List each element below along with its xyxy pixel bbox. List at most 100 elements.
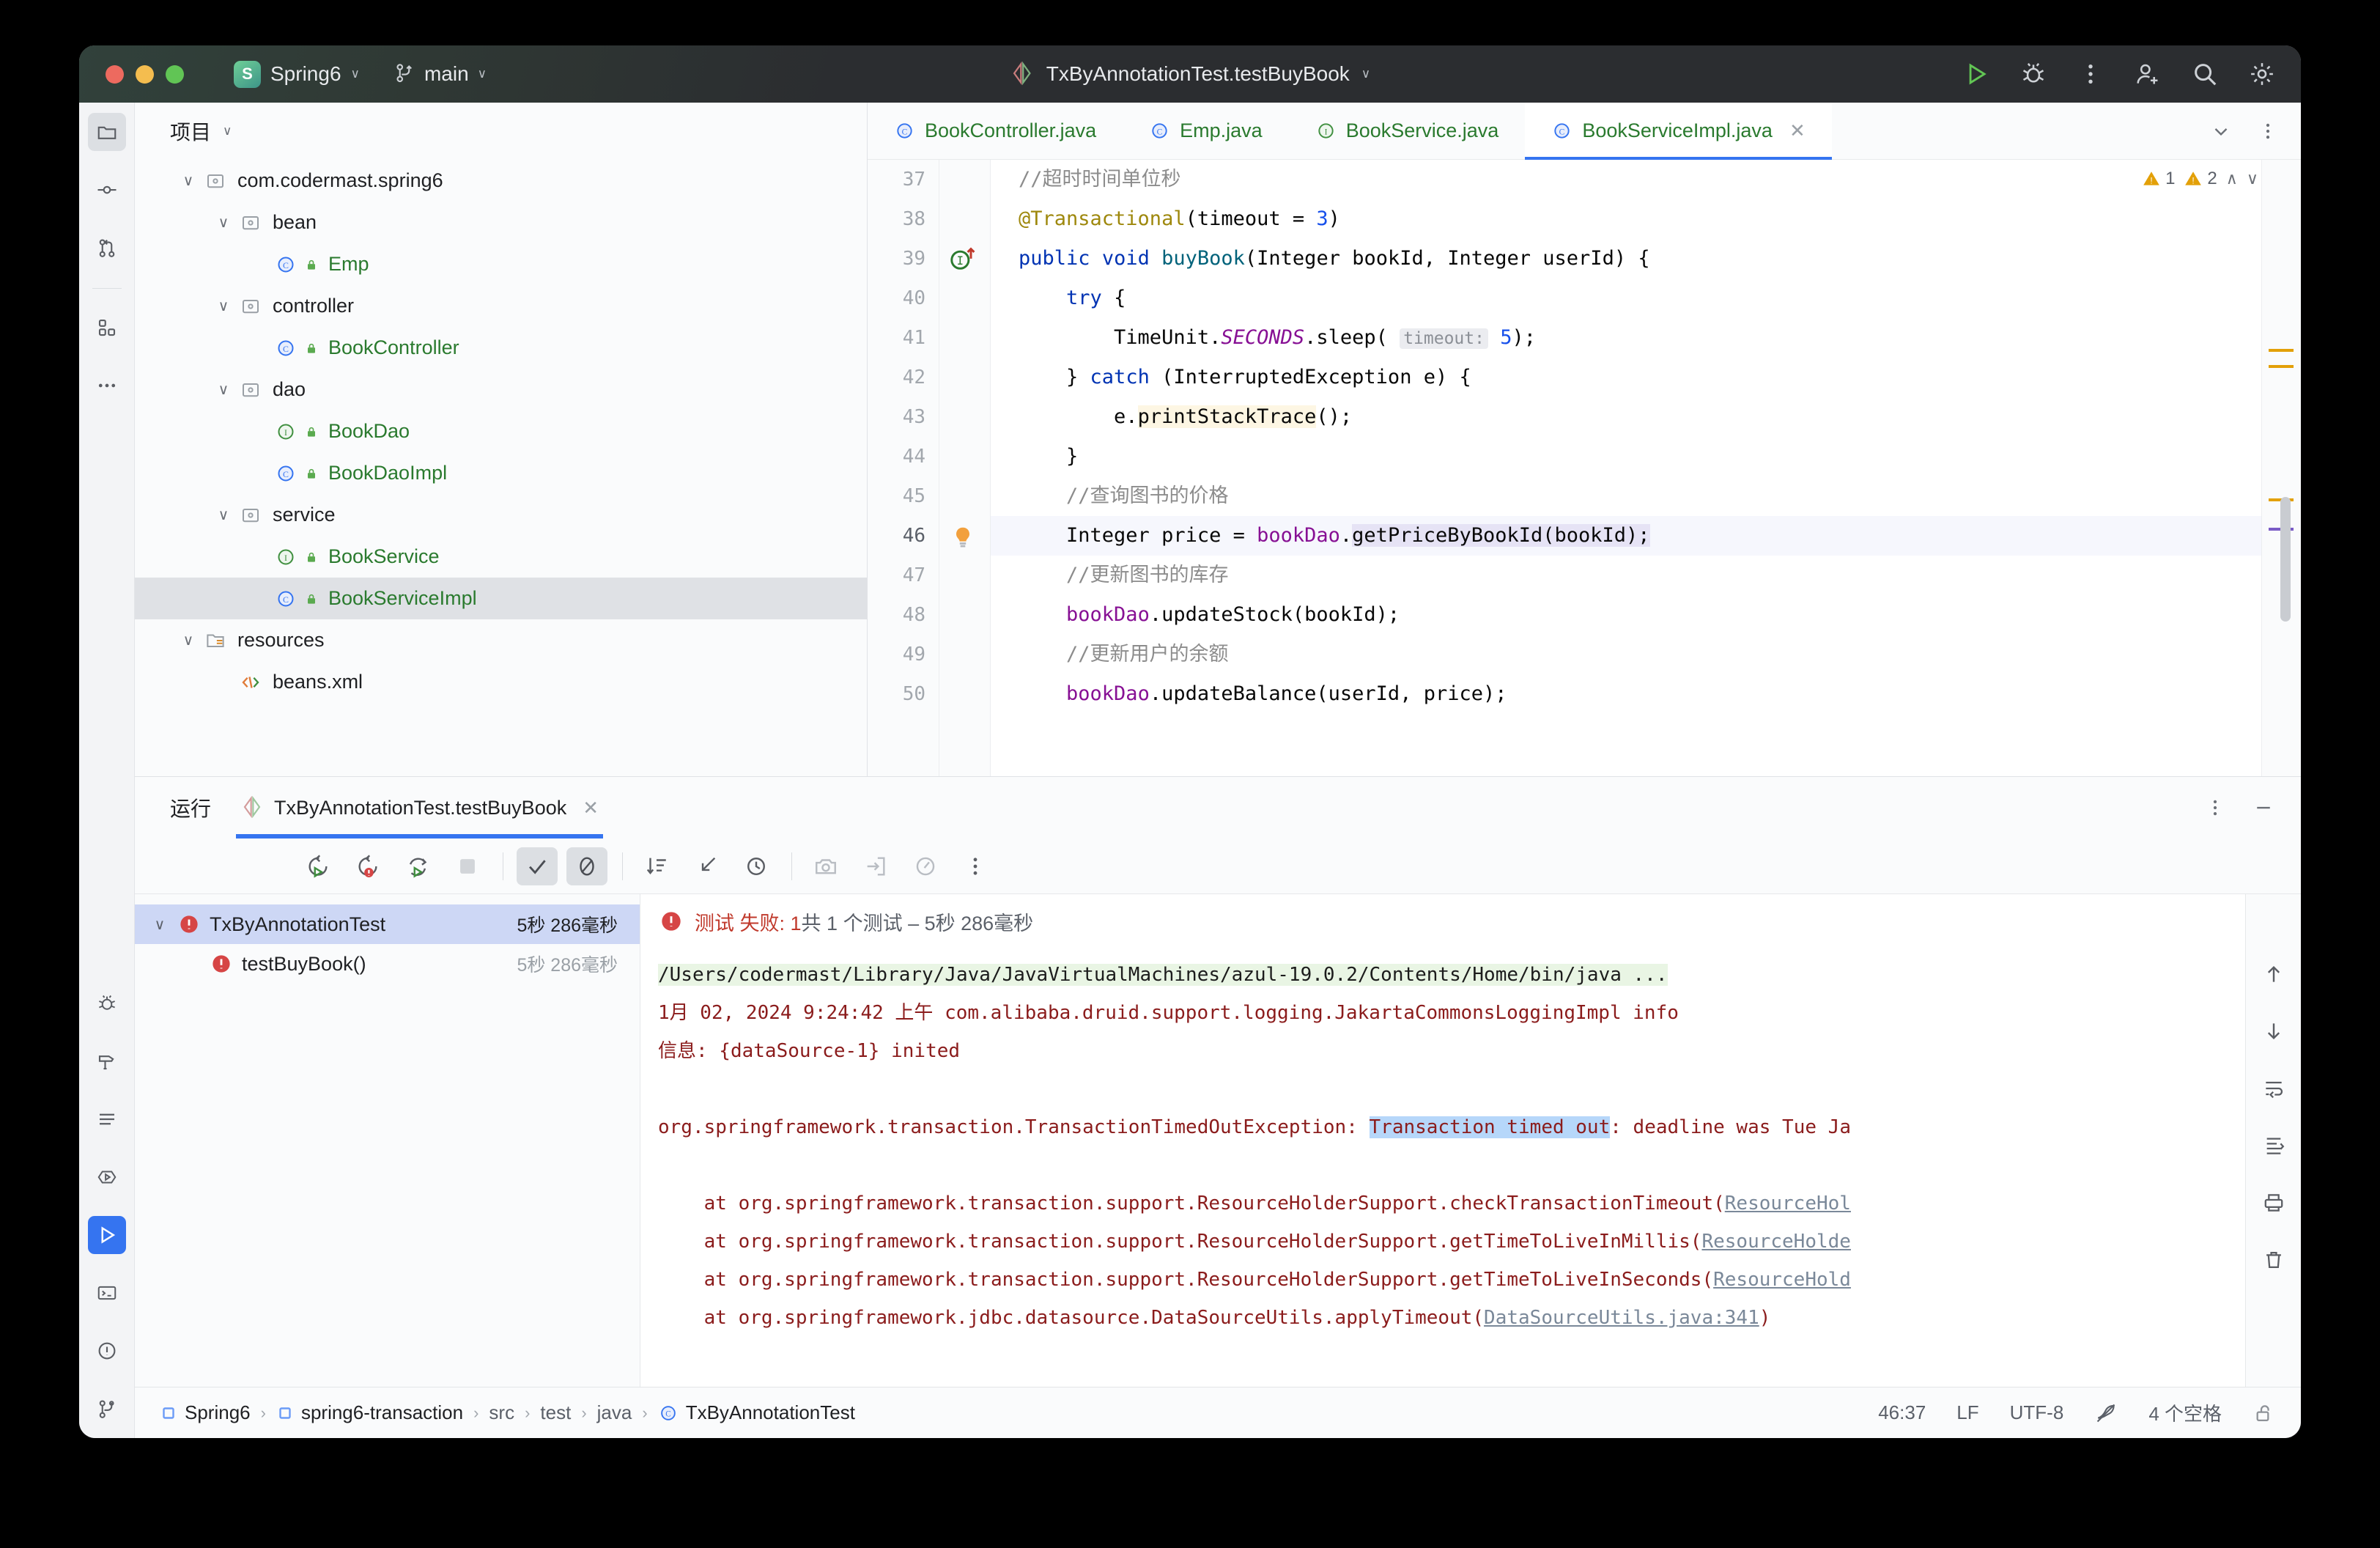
todo-tool-icon[interactable] [88, 1100, 126, 1138]
more-vertical-icon[interactable] [2257, 120, 2279, 142]
code-line-38[interactable]: @Transactional(timeout = 3) [991, 199, 2301, 239]
soft-wrap-icon[interactable] [2255, 1070, 2292, 1107]
more-vertical-icon[interactable] [2077, 60, 2104, 88]
maximize-window-button[interactable] [166, 65, 184, 84]
branch-selector[interactable]: main ∨ [393, 62, 487, 86]
rerun-failed-tests-icon[interactable] [347, 847, 388, 885]
inspection-widget[interactable]: ! 1 ! 2 ∧ ∨ [2142, 169, 2258, 189]
tree-node-dao[interactable]: ∨dao [135, 369, 867, 410]
expand-arrow-icon[interactable]: ∨ [211, 213, 236, 232]
icon-gutter[interactable]: I [939, 160, 991, 776]
commit-tool-icon[interactable] [88, 171, 126, 209]
stacktrace-link[interactable]: ResourceHol [1725, 1193, 1851, 1215]
print-icon[interactable] [2255, 1184, 2292, 1221]
editor-tab-emp[interactable]: CEmp.java [1123, 103, 1289, 159]
project-tool-icon[interactable] [88, 113, 126, 151]
code-line-42[interactable]: } catch (InterruptedException e) { [991, 358, 2301, 397]
error-badge[interactable]: ! 1 [2142, 169, 2175, 189]
stacktrace-link[interactable]: DataSourceUtils.java:341 [1484, 1307, 1759, 1329]
pull-requests-tool-icon[interactable] [88, 229, 126, 267]
code-line-45[interactable]: //查询图书的价格 [991, 476, 2301, 516]
code-editor[interactable]: 3738394041424344454647484950 I [868, 160, 2301, 776]
reader-mode-icon[interactable] [2094, 1401, 2118, 1425]
build-tool-icon[interactable] [88, 1042, 126, 1080]
more-vertical-icon[interactable] [955, 847, 996, 885]
code-line-46[interactable]: Integer price = bookDao.getPriceByBookId… [991, 516, 2301, 556]
breadcrumb-item-spring6-transaction[interactable]: spring6-transaction [276, 1401, 463, 1424]
editor-marker-gutter[interactable] [2261, 160, 2301, 776]
code-line-39[interactable]: public void buyBook(Integer bookId, Inte… [991, 239, 2301, 279]
more-vertical-icon[interactable] [2204, 797, 2226, 819]
run-icon[interactable] [1962, 60, 1990, 88]
editor-tab-bookcontroller[interactable]: CBookController.java [868, 103, 1123, 159]
tree-node-controller[interactable]: ∨controller [135, 285, 867, 327]
tree-node-com-codermast-spring6[interactable]: ∨com.codermast.spring6 [135, 160, 867, 202]
code-line-37[interactable]: //超时时间单位秒 [991, 160, 2301, 199]
close-icon[interactable]: ✕ [1789, 119, 1806, 142]
close-icon[interactable]: ✕ [583, 797, 599, 819]
intention-bulb-icon[interactable] [950, 523, 976, 553]
more-tools-icon[interactable] [88, 366, 126, 405]
chevron-down-icon[interactable]: ∨ [223, 124, 232, 139]
chevron-down-icon[interactable] [2210, 120, 2232, 142]
expand-arrow-icon[interactable]: ∨ [211, 506, 236, 524]
stop-icon[interactable] [447, 847, 488, 885]
tree-node-service[interactable]: ∨service [135, 494, 867, 536]
caret-position[interactable]: 46:37 [1878, 1401, 1926, 1424]
search-icon[interactable] [2191, 60, 2219, 88]
tree-node-emp[interactable]: CEmp [135, 243, 867, 285]
stacktrace-link[interactable]: ResourceHolde [1701, 1231, 1851, 1253]
warning-marker[interactable] [2269, 349, 2294, 352]
toggle-auto-test-icon[interactable] [397, 847, 438, 885]
git-tool-icon[interactable] [88, 1390, 126, 1428]
code-line-49[interactable]: //更新用户的余额 [991, 635, 2301, 674]
warning-marker[interactable] [2269, 365, 2294, 368]
editor-scrollbar[interactable] [2280, 497, 2291, 622]
warning-badge[interactable]: ! 2 [2184, 169, 2217, 189]
code-text[interactable]: //超时时间单位秒@Transactional(timeout = 3)publ… [991, 160, 2301, 776]
expand-arrow-icon[interactable]: ∨ [145, 915, 174, 934]
run-configuration-widget[interactable]: TxByAnnotationTest.testBuyBook ∨ [1010, 61, 1370, 87]
indent-setting[interactable]: 4 个空格 [2148, 1399, 2222, 1426]
sort-alphabetically-icon[interactable] [636, 847, 677, 885]
prev-problem-icon[interactable]: ∧ [2226, 169, 2238, 188]
gear-icon[interactable] [2248, 60, 2276, 88]
tree-node-bookdao[interactable]: IBookDao [135, 410, 867, 452]
debug-icon[interactable] [2019, 60, 2047, 88]
code-line-40[interactable]: try { [991, 279, 2301, 318]
services-tool-icon[interactable] [88, 1158, 126, 1196]
tree-node-bookserviceimpl[interactable]: CBookServiceImpl [135, 578, 867, 619]
scroll-down-icon[interactable] [2255, 1013, 2292, 1050]
show-passed-icon[interactable] [517, 847, 558, 885]
breadcrumb-item-java[interactable]: java [597, 1401, 632, 1424]
override-method-icon[interactable]: I [947, 242, 979, 274]
clear-all-icon[interactable] [2255, 1242, 2292, 1278]
file-encoding[interactable]: UTF-8 [2010, 1401, 2064, 1424]
expand-arrow-icon[interactable]: ∨ [176, 172, 201, 190]
minimize-window-button[interactable] [136, 65, 154, 84]
run-tool-icon[interactable] [88, 1216, 126, 1254]
breadcrumb-item-test[interactable]: test [540, 1401, 571, 1424]
tree-node-bookcontroller[interactable]: CBookController [135, 327, 867, 369]
editor-tab-bookserviceimpl[interactable]: CBookServiceImpl.java✕ [1525, 103, 1831, 159]
expand-arrow-icon[interactable]: ∨ [211, 297, 236, 315]
tree-node-resources[interactable]: ∨resources [135, 619, 867, 661]
stacktrace-link[interactable]: ResourceHold [1713, 1269, 1851, 1291]
breadcrumb-item-spring6[interactable]: Spring6 [160, 1401, 251, 1424]
lock-icon[interactable] [2252, 1401, 2276, 1425]
breadcrumb-item-src[interactable]: src [489, 1401, 514, 1424]
show-ignored-icon[interactable] [566, 847, 607, 885]
test-tree-row[interactable]: testBuyBook()5秒 286毫秒 [135, 944, 640, 984]
test-results-tree[interactable]: ∨TxByAnnotationTest5秒 286毫秒testBuyBook()… [135, 894, 640, 1387]
rerun-icon[interactable] [298, 847, 339, 885]
scroll-up-icon[interactable] [2255, 956, 2292, 992]
expand-collapse-icon[interactable] [686, 847, 727, 885]
test-tree-row[interactable]: ∨TxByAnnotationTest5秒 286毫秒 [135, 904, 640, 944]
code-line-48[interactable]: bookDao.updateStock(bookId); [991, 595, 2301, 635]
terminal-tool-icon[interactable] [88, 1274, 126, 1312]
expand-arrow-icon[interactable]: ∨ [176, 631, 201, 649]
tree-node-bookdaoimpl[interactable]: CBookDaoImpl [135, 452, 867, 494]
structure-tool-icon[interactable] [88, 309, 126, 347]
breadcrumb-item-txbyannotationtest[interactable]: CTxByAnnotationTest [658, 1401, 855, 1424]
code-line-43[interactable]: e.printStackTrace(); [991, 397, 2301, 437]
